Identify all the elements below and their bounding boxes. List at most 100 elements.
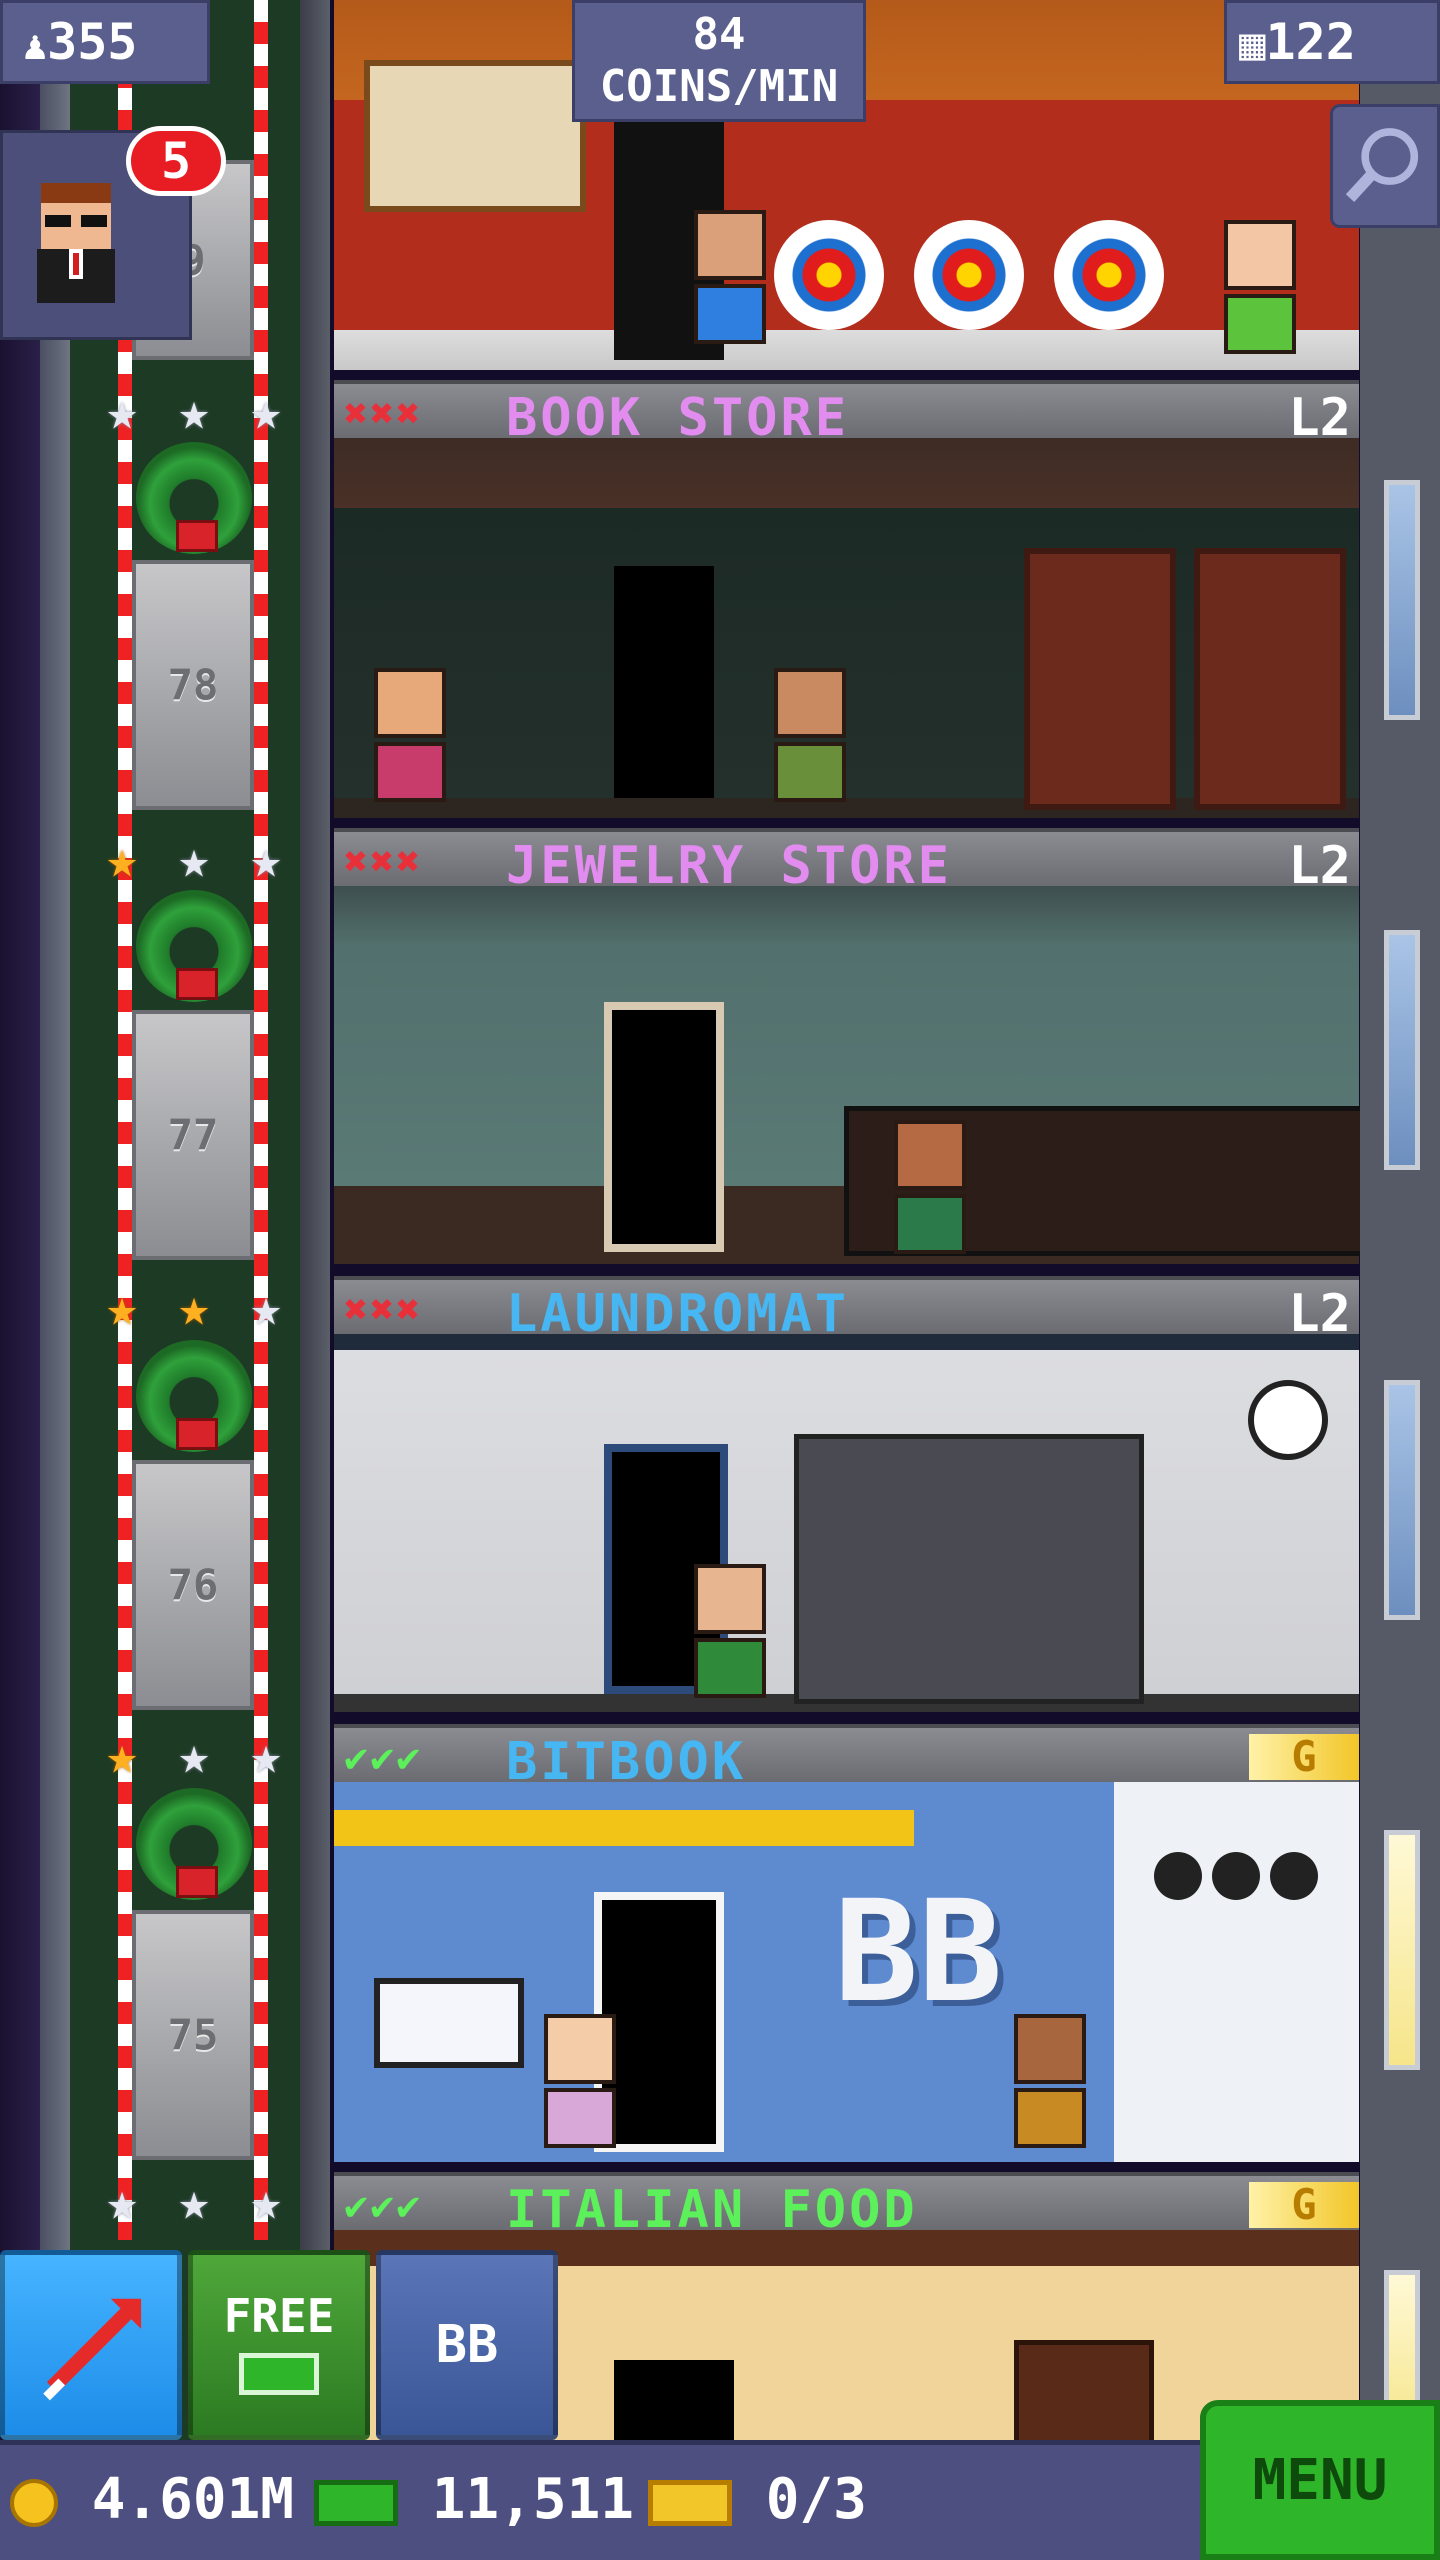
silver-star-icon: ★ xyxy=(250,1726,282,1786)
elevator-car[interactable]: 76 xyxy=(132,1460,254,1710)
floor-label[interactable]: ✖✖✖ LAUNDROMAT L2 xyxy=(334,1276,1359,1344)
bitizen[interactable] xyxy=(774,668,846,818)
window xyxy=(1384,480,1420,720)
stock-status-marks: ✖✖✖ xyxy=(344,839,423,885)
rocket-button[interactable] xyxy=(0,2250,182,2440)
floors-value: 122 xyxy=(1265,13,1356,71)
coins-per-minute: 84 COINS/MIN xyxy=(572,0,866,122)
golden-tickets-display[interactable]: 0/3 xyxy=(648,2460,867,2540)
coins-value: 4.601M xyxy=(91,2467,295,2532)
silver-star-icon: ★ xyxy=(106,382,138,442)
floor-label[interactable]: ✖✖✖ JEWELRY STORE L2 xyxy=(334,828,1359,896)
bow-icon xyxy=(176,1866,218,1898)
golden-ticket-tag: G xyxy=(1249,1734,1359,1780)
bux-display[interactable]: 11,511 xyxy=(314,2460,634,2540)
silver-star-icon: ★ xyxy=(178,1726,210,1786)
window xyxy=(1384,930,1420,1170)
wreath-decoration xyxy=(136,1788,252,1900)
bitizen[interactable] xyxy=(694,1564,766,1714)
person-icon: ♟ xyxy=(23,23,48,69)
window xyxy=(1384,1830,1420,2070)
door xyxy=(614,2360,734,2440)
floor-bitbook[interactable]: BB xyxy=(334,1782,1359,2162)
bitizen[interactable] xyxy=(694,210,766,360)
archery-target xyxy=(774,220,884,330)
archery-target xyxy=(1054,220,1164,330)
zoom-button[interactable] xyxy=(1330,104,1440,228)
silver-star-icon: ★ xyxy=(106,2172,138,2232)
population-value: 355 xyxy=(47,13,138,71)
menu-button[interactable]: MENU xyxy=(1200,2400,1440,2560)
stock-status-marks: ✔✔✔ xyxy=(344,1735,423,1781)
bitbook-logo: BB xyxy=(834,1871,1003,2034)
stock-status-marks: ✖✖✖ xyxy=(344,1287,423,1333)
bitbook-button[interactable]: BB xyxy=(376,2250,558,2440)
bitizen[interactable] xyxy=(1224,220,1296,370)
bitizen[interactable] xyxy=(374,668,446,818)
bux-value: 11,511 xyxy=(431,2467,635,2532)
wreath-decoration xyxy=(136,442,252,554)
silver-star-icon: ★ xyxy=(178,830,210,890)
floor-laundromat[interactable] xyxy=(334,1334,1359,1712)
bookshelf xyxy=(1194,548,1346,810)
population-counter[interactable]: ♟355 xyxy=(0,0,210,84)
bux-icon xyxy=(314,2479,398,2526)
silver-star-icon: ★ xyxy=(250,830,282,890)
window xyxy=(1384,1380,1420,1620)
elevator-car[interactable]: 77 xyxy=(132,1010,254,1260)
silver-star-icon: ★ xyxy=(178,382,210,442)
golden-ticket-tag: G xyxy=(1249,2182,1359,2228)
floor-number: 76 xyxy=(167,1560,219,1610)
silver-star-icon: ★ xyxy=(250,382,282,442)
archery-target xyxy=(914,220,1024,330)
clock-icon xyxy=(1248,1380,1328,1460)
floor-label[interactable]: ✖✖✖ BOOK STORE L2 xyxy=(334,380,1359,448)
computer-monitor xyxy=(374,1978,524,2068)
tickets-value: 0/3 xyxy=(765,2467,867,2532)
silver-star-icon: ★ xyxy=(250,1278,282,1338)
floor-book-store[interactable] xyxy=(334,438,1359,818)
ticket-icon xyxy=(648,2479,732,2526)
door xyxy=(614,566,714,798)
gold-star-icon: ★ xyxy=(106,1278,138,1338)
floor-number: 75 xyxy=(167,2010,219,2060)
coin-icon xyxy=(10,2478,58,2527)
window xyxy=(1014,2340,1154,2450)
elevator-car[interactable]: 78 xyxy=(132,560,254,810)
magnifier-icon xyxy=(1345,128,1419,202)
stock-status-marks: ✖✖✖ xyxy=(344,391,423,437)
bitizen[interactable] xyxy=(894,1120,966,1270)
coins-rate-unit: COINS/MIN xyxy=(599,61,839,112)
bow-icon xyxy=(176,968,218,1000)
agent-avatar-icon xyxy=(37,183,115,303)
free-bux-button[interactable]: FREE xyxy=(188,2250,370,2440)
coins-display[interactable]: 4.601M xyxy=(10,2460,294,2540)
ceiling-lamp xyxy=(334,1810,914,1846)
bitbook-button-label: BB xyxy=(435,2315,499,2375)
bitizen[interactable] xyxy=(544,2014,616,2164)
door xyxy=(604,1002,724,1252)
bitizen[interactable] xyxy=(1014,2014,1086,2164)
wreath-decoration xyxy=(136,1340,252,1452)
elevator-car[interactable]: 75 xyxy=(132,1910,254,2160)
building-wall xyxy=(1360,0,1440,2440)
floor-number: 78 xyxy=(167,660,219,710)
bow-icon xyxy=(176,520,218,552)
clocks-icon xyxy=(1154,1852,1334,1912)
floor-counter[interactable]: ▦122 xyxy=(1224,0,1440,84)
coins-rate-value: 84 xyxy=(692,9,746,60)
elevator-rail-right xyxy=(254,0,268,2240)
gold-star-icon: ★ xyxy=(178,1278,210,1338)
free-label: FREE xyxy=(223,2289,335,2343)
wreath-decoration xyxy=(136,890,252,1002)
arrow-up-icon xyxy=(43,2298,142,2401)
bookshelf xyxy=(1024,548,1176,810)
silver-star-icon: ★ xyxy=(178,2172,210,2232)
gold-star-icon: ★ xyxy=(106,1726,138,1786)
floor-label[interactable]: ✔✔✔ BITBOOK G xyxy=(334,1724,1359,1792)
floor-jewelry-store[interactable] xyxy=(334,886,1374,1264)
floor-number: 77 xyxy=(167,1110,219,1160)
washing-machines xyxy=(794,1434,1144,1704)
floor-label[interactable]: ✔✔✔ ITALIAN FOOD G xyxy=(334,2172,1359,2240)
silver-star-icon: ★ xyxy=(250,2172,282,2232)
